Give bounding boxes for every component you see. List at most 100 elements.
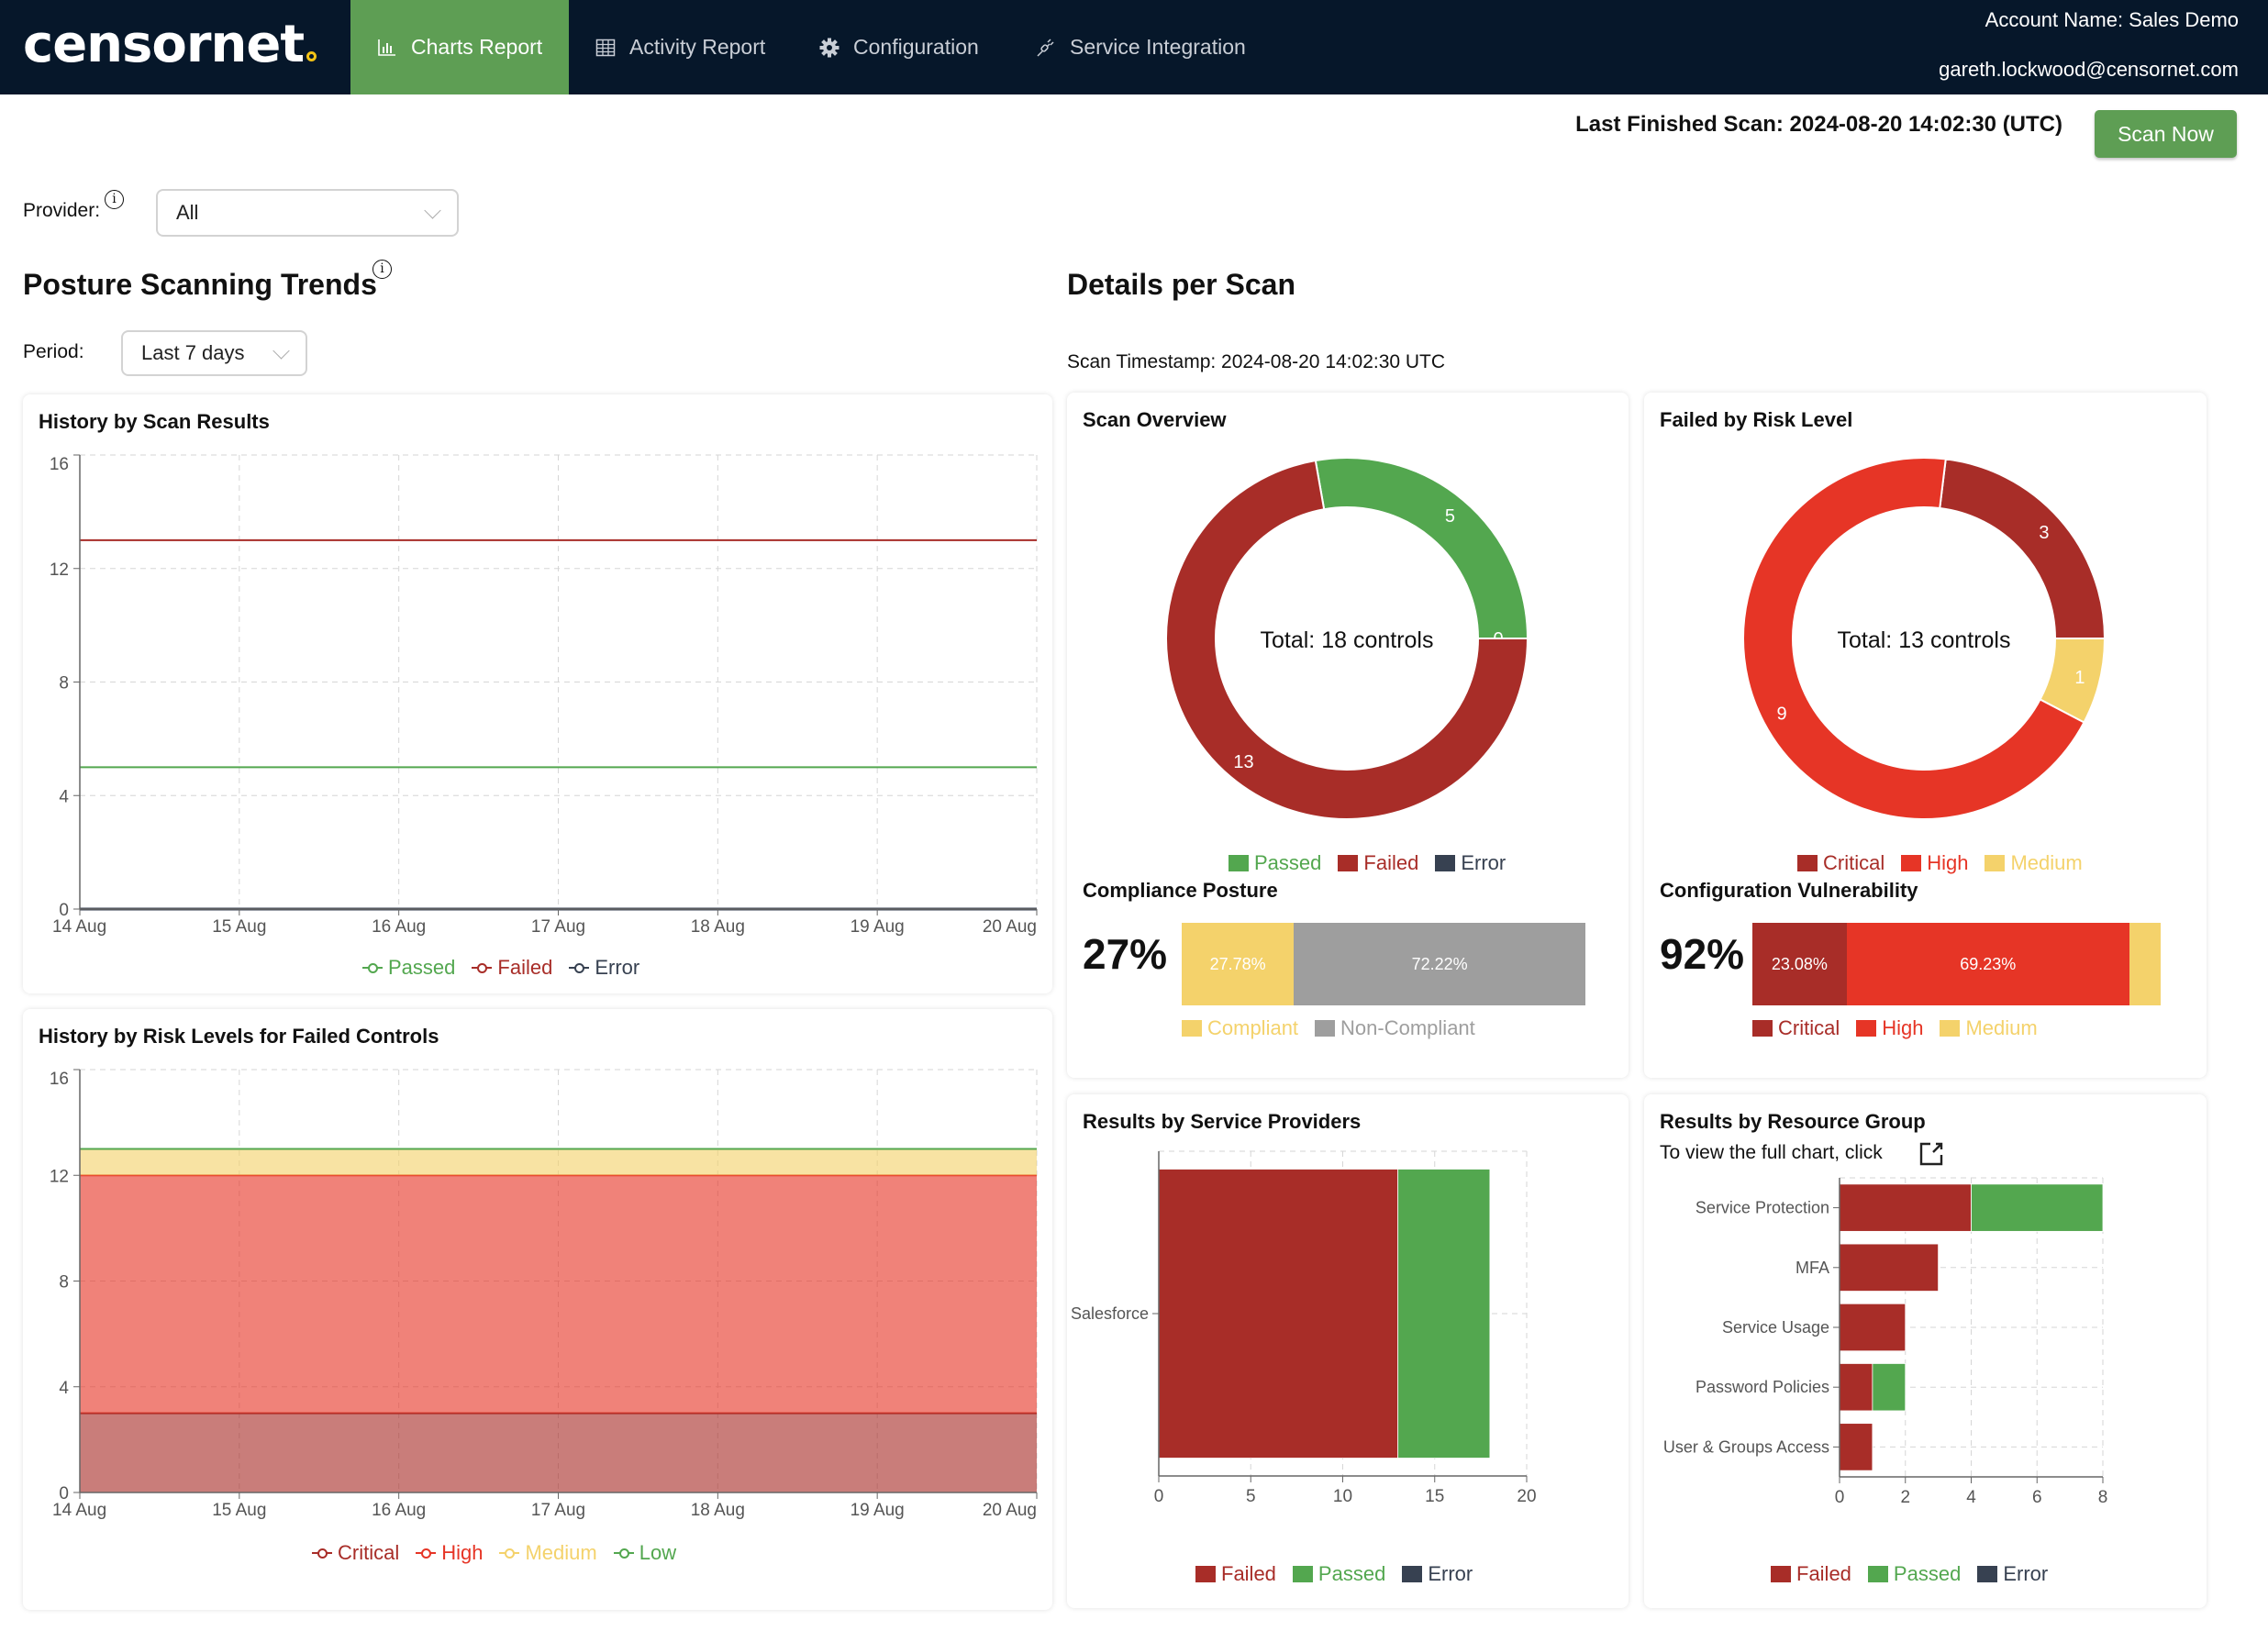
legend-item-medium[interactable]: Medium	[1940, 1016, 2038, 1040]
chart-legend: Critical High Medium	[1797, 851, 2083, 875]
period-select-value: Last 7 days	[141, 341, 245, 364]
x-tick-label: 20	[1517, 1487, 1536, 1506]
chart-legend: Failed Passed Error	[1195, 1562, 1473, 1586]
user-email[interactable]: gareth.lockwood@censornet.com	[1939, 57, 2239, 83]
legend-marker	[472, 963, 493, 973]
legend-label: High	[1882, 1016, 1924, 1039]
legend-marker	[1901, 855, 1922, 871]
legend-item-failed[interactable]: Failed	[1771, 1562, 1851, 1586]
legend-item-medium[interactable]: Medium	[499, 1541, 597, 1565]
provider-select[interactable]: All	[156, 189, 459, 237]
legend-label: High	[1927, 851, 1969, 874]
legend-item-critical[interactable]: Critical	[1797, 851, 1884, 875]
legend-item-non-compliant[interactable]: Non-Compliant	[1315, 1016, 1475, 1040]
legend-label: Failed	[1221, 1562, 1276, 1585]
bar-service-usage-failed[interactable]	[1839, 1303, 1907, 1352]
bar-segment-high[interactable]: 69.23%	[1846, 923, 2129, 1005]
y-tick-label: Salesforce	[1071, 1304, 1149, 1323]
x-tick-label: 18 Aug	[691, 1501, 745, 1520]
slice-passed[interactable]	[1314, 457, 1529, 639]
bar-segment-compliant[interactable]: 27.78%	[1182, 923, 1295, 1005]
x-tick-label: 0	[1154, 1487, 1164, 1506]
bar-salesforce-passed[interactable]	[1397, 1169, 1491, 1459]
plug-icon	[1035, 37, 1057, 59]
legend-marker	[1856, 1020, 1877, 1037]
bar-service-protection-failed[interactable]	[1839, 1183, 1972, 1232]
legend-item-medium[interactable]: Medium	[1984, 851, 2083, 875]
legend-marker	[1315, 1020, 1336, 1037]
legend-label: Error	[1461, 851, 1506, 874]
bar-user-groups-access-failed[interactable]	[1839, 1423, 1873, 1471]
legend-item-failed[interactable]: Failed	[1195, 1562, 1276, 1586]
legend-marker	[1435, 855, 1456, 871]
bar-segment-critical[interactable]: 23.08%	[1752, 923, 1847, 1005]
tab-configuration[interactable]: Configuration	[793, 0, 1005, 94]
compliance-headline: 27%	[1083, 930, 1168, 978]
legend-item-error[interactable]: Error	[1977, 1562, 2048, 1586]
tab-activity-report[interactable]: Activity Report	[569, 0, 791, 94]
legend-item-passed[interactable]: Passed	[1292, 1562, 1385, 1586]
scan-now-button[interactable]: Scan Now	[2095, 110, 2237, 158]
provider-info-icon[interactable]: i	[105, 190, 124, 209]
legend-item-high[interactable]: High	[1901, 851, 1968, 875]
bar-chart-icon	[376, 37, 398, 59]
chart-legend: Passed Failed Error	[1228, 851, 1506, 875]
legend-marker	[1867, 1566, 1888, 1582]
chart-legend: Critical High Medium	[1752, 1016, 2038, 1040]
bar-segment-non-compliant[interactable]: 72.22%	[1294, 923, 1585, 1005]
legend-item-error[interactable]: Error	[569, 956, 639, 980]
x-tick-label: 0	[1835, 1488, 1845, 1507]
legend-label: Failed	[497, 956, 553, 979]
legend-item-passed[interactable]: Passed	[1228, 851, 1321, 875]
x-tick-label: 16 Aug	[372, 1501, 426, 1520]
legend-label: Passed	[388, 956, 456, 979]
legend-label: Low	[639, 1541, 677, 1564]
tab-label: Charts Report	[411, 35, 543, 59]
bar-password-policies-passed[interactable]	[1872, 1363, 1907, 1412]
provider-select-value: All	[176, 201, 199, 224]
vulnerability-bar: 23.08% 69.23%	[1752, 923, 2161, 1005]
donut-center-label: Total: 18 controls	[1261, 627, 1434, 653]
x-tick-label: 14 Aug	[52, 1501, 106, 1520]
tab-label: Activity Report	[629, 35, 766, 59]
bar-mfa-failed[interactable]	[1839, 1243, 1940, 1292]
slice-label-failed: 13	[1233, 752, 1253, 772]
results-by-service-providers-card: Results by Service Providers Salesforce 0…	[1067, 1094, 1629, 1608]
vulnerability-headline: 92%	[1660, 930, 1745, 978]
history-risk-levels-card: History by Risk Levels for Failed Contro…	[23, 1009, 1052, 1610]
legend-item-failed[interactable]: Failed	[472, 956, 552, 980]
tab-service-integration[interactable]: Service Integration	[1009, 0, 1272, 94]
legend-item-compliant[interactable]: Compliant	[1182, 1016, 1298, 1040]
trends-info-icon[interactable]: i	[372, 260, 392, 279]
legend-item-critical[interactable]: Critical	[312, 1541, 399, 1565]
y-tick-label: User & Groups Access	[1663, 1437, 1829, 1456]
legend-item-error[interactable]: Error	[1402, 1562, 1473, 1586]
bar-salesforce-failed[interactable]	[1158, 1169, 1399, 1459]
censornet-logo[interactable]: censornet	[23, 17, 317, 73]
x-tick-label: 18 Aug	[691, 917, 745, 937]
bar-segment-medium[interactable]	[2129, 923, 2161, 1005]
y-tick-label: 12	[50, 1167, 69, 1186]
legend-marker	[499, 1548, 520, 1559]
bar-service-protection-passed[interactable]	[1971, 1183, 2104, 1232]
provider-label: Provider:	[23, 200, 101, 221]
bar-password-policies-failed[interactable]	[1839, 1363, 1873, 1412]
legend-item-passed[interactable]: Passed	[362, 956, 455, 980]
x-tick-label: 19 Aug	[850, 917, 905, 937]
results-by-service-providers-chart: Salesforce 0 5 10 15 20	[1071, 1150, 1537, 1506]
legend-item-error[interactable]: Error	[1435, 851, 1506, 875]
period-select[interactable]: Last 7 days	[121, 330, 307, 376]
legend-label: Compliant	[1207, 1016, 1299, 1039]
legend-item-critical[interactable]: Critical	[1752, 1016, 1840, 1040]
legend-item-passed[interactable]: Passed	[1867, 1562, 1961, 1586]
table-icon	[595, 37, 617, 59]
legend-item-low[interactable]: Low	[613, 1541, 677, 1565]
legend-item-high[interactable]: High	[416, 1541, 483, 1565]
legend-label: Medium	[525, 1541, 597, 1564]
slice-critical[interactable]	[1939, 458, 2107, 639]
x-tick-label: 16 Aug	[372, 917, 426, 937]
legend-item-failed[interactable]: Failed	[1338, 851, 1418, 875]
legend-item-high[interactable]: High	[1856, 1016, 1923, 1040]
tab-charts-report[interactable]: Charts Report	[350, 0, 569, 94]
legend-marker	[1195, 1566, 1216, 1582]
